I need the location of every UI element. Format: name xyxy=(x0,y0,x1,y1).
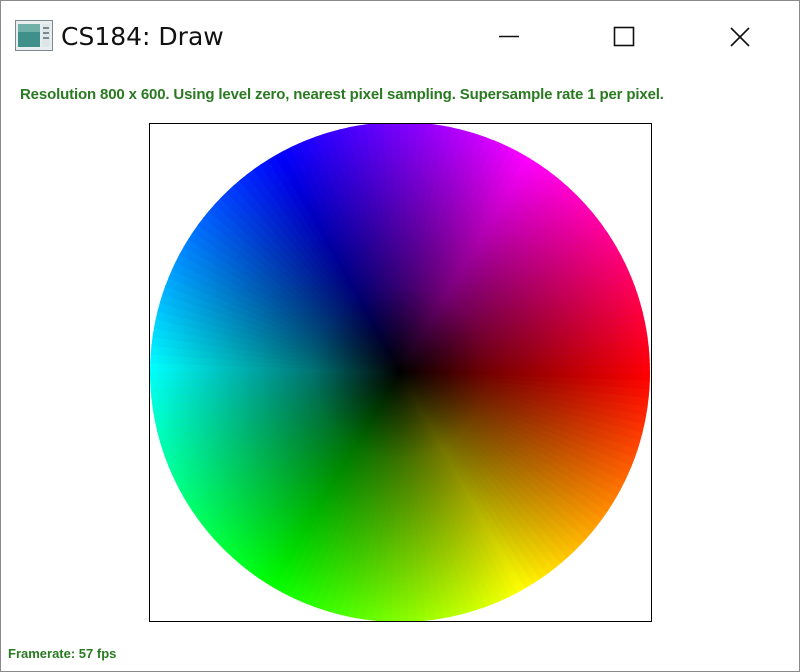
drawing-canvas[interactable] xyxy=(149,123,652,622)
app-window-icon xyxy=(15,20,53,51)
render-info-text: Resolution 800 x 600. Using level zero, … xyxy=(20,86,664,103)
app-window: CS184: Draw Resolution 800 x 600. Using … xyxy=(0,0,800,672)
minimize-button[interactable] xyxy=(475,1,545,67)
minimize-icon xyxy=(499,35,519,38)
close-button[interactable] xyxy=(705,1,775,67)
maximize-icon xyxy=(613,26,635,47)
close-icon xyxy=(730,27,750,47)
maximize-button[interactable] xyxy=(589,1,659,67)
color-wheel xyxy=(150,124,650,621)
title-bar[interactable]: CS184: Draw xyxy=(1,1,799,67)
window-title: CS184: Draw xyxy=(61,22,224,51)
framerate-text: Framerate: 57 fps xyxy=(8,646,117,661)
wheel-shading xyxy=(150,124,650,621)
